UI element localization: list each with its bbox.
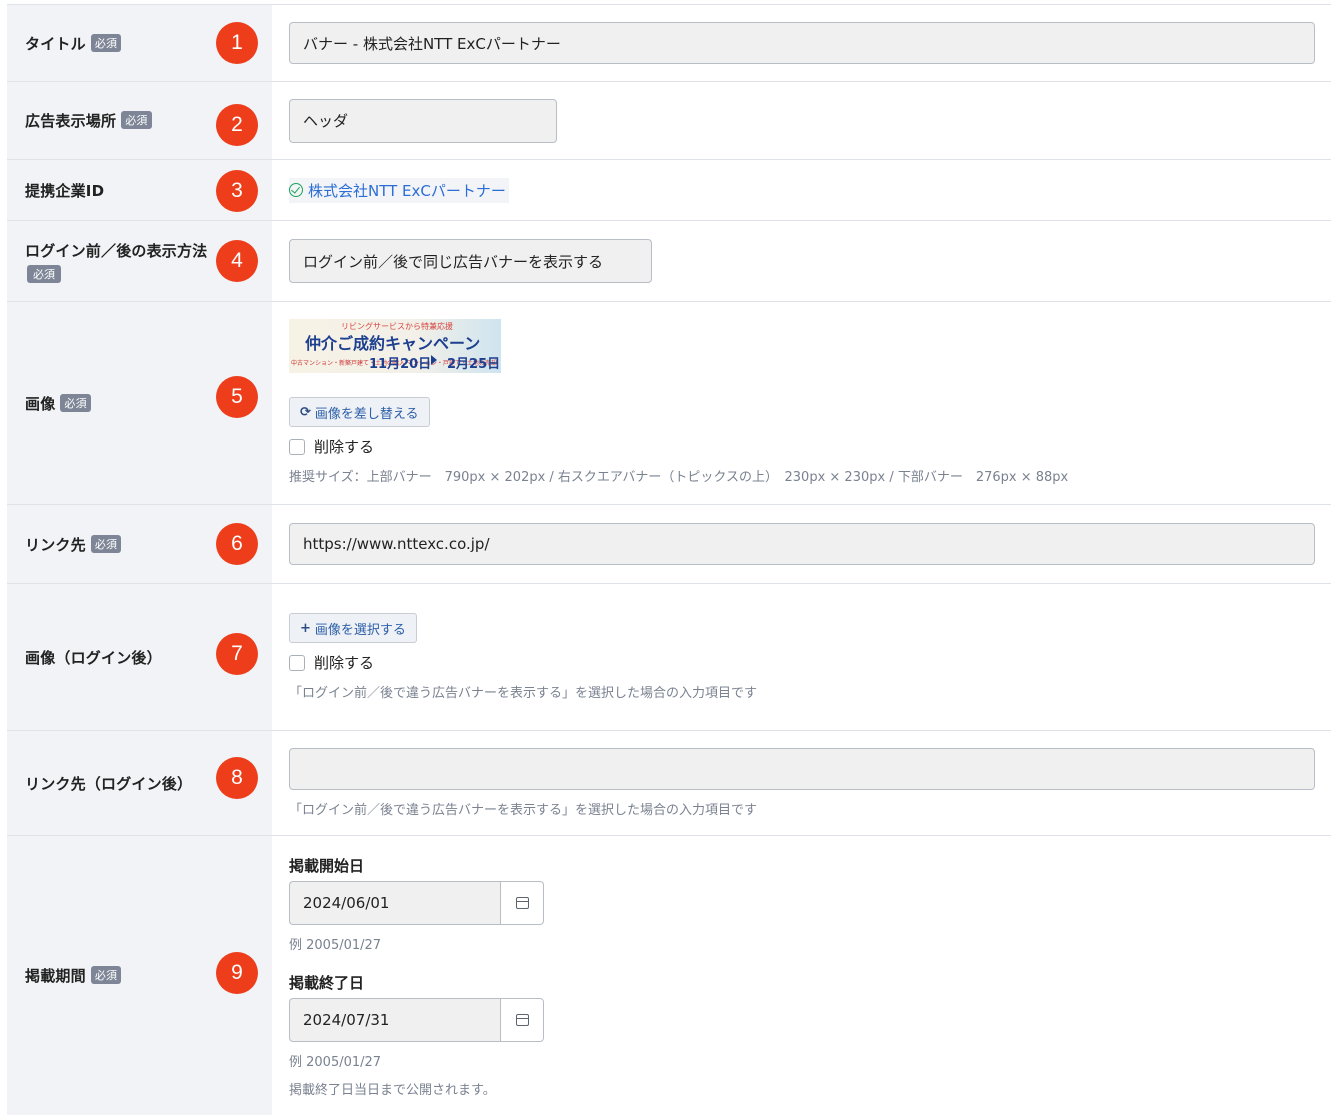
link-after-help: 「ログイン前／後で違う広告バナーを表示する」を選択した場合の入力項目です [289,803,758,818]
placement-select[interactable]: ヘッダ [289,98,557,143]
partner-link[interactable]: 株式会社NTT ExCパートナー [289,177,509,203]
end-date-example: 例 2005/01/27 [289,1055,382,1070]
value-cell-title: バナー - 株式会社NTT ExCパートナー [272,5,1331,81]
delete-image-after-checkbox[interactable]: 削除する [289,652,1315,673]
label-cell-image-after: 画像（ログイン後） 7 [7,584,272,730]
required-badge: 必須 [90,534,122,553]
start-date-input[interactable]: 2024/06/01 [289,881,500,925]
image-label: 画像 必須 [25,393,91,414]
value-cell-link: https://www.nttexc.co.jp/ [272,505,1331,583]
arrow-right-icon [431,355,437,365]
row-title: タイトル 必須 1 バナー - 株式会社NTT ExCパートナー [7,5,1331,82]
label-cell-period: 掲載期間 必須 9 [7,836,272,1115]
link-after-label: リンク先（ログイン後） [25,774,193,793]
title-input[interactable]: バナー - 株式会社NTT ExCパートナー [289,22,1315,64]
required-badge: 必須 [90,966,122,984]
display-method-select[interactable]: ログイン前／後で同じ広告バナーを表示する [289,239,652,283]
display-method-label: ログイン前／後の表示方法 必須 [25,241,208,283]
row-display-method: ログイン前／後の表示方法 必須 4 ログイン前／後で同じ広告バナーを表示する [7,221,1331,302]
value-cell-image-after: + 画像を選択する 削除する 「ログイン前／後で違う広告バナーを表示する」を選択し… [272,584,1331,730]
marker-2: 2 [216,104,258,146]
delete-image-checkbox[interactable]: 削除する [289,436,1315,457]
start-date-group: 2024/06/01 [289,881,544,925]
link-label: リンク先 必須 [25,534,122,555]
row-link: リンク先 必須 6 https://www.nttexc.co.jp/ [7,505,1331,584]
marker-3: 3 [216,170,258,212]
start-date-label: 掲載開始日 [289,857,365,875]
row-image: 画像 必須 5 リビングサービスから特兼応援 仲介ご成約キャンペーン 中古マンショ… [7,302,1331,505]
refresh-icon: ⟳ [300,404,311,420]
required-badge: 必須 [60,393,91,412]
select-image-button[interactable]: + 画像を選択する [289,613,417,643]
label-cell-image: 画像 必須 5 [7,302,272,504]
end-date-picker-button[interactable] [500,998,544,1042]
value-cell-link-after: 「ログイン前／後で違う広告バナーを表示する」を選択した場合の入力項目です [272,731,1331,835]
plus-icon: + [300,620,311,636]
row-partner: 提携企業ID 3 株式会社NTT ExCパートナー [7,160,1331,221]
label-cell-link-after: リンク先（ログイン後） 8 [7,731,272,835]
marker-6: 6 [216,523,258,565]
checkbox[interactable] [289,654,305,671]
label-cell-placement: 広告表示場所 必須 2 [7,82,272,159]
value-cell-partner: 株式会社NTT ExCパートナー [272,160,1331,220]
checkbox[interactable] [289,438,305,455]
required-badge: 必須 [90,33,122,52]
start-date-picker-button[interactable] [500,881,544,925]
value-cell-placement: ヘッダ [272,82,1331,159]
marker-5: 5 [216,376,258,418]
check-circle-icon [289,183,303,197]
row-link-after: リンク先（ログイン後） 8 「ログイン前／後で違う広告バナーを表示する」を選択し… [7,731,1331,836]
required-badge: 必須 [27,264,61,283]
value-cell-period: 掲載開始日 2024/06/01 例 2005/01/27 掲載終了日 2024… [272,836,1331,1115]
row-placement: 広告表示場所 必須 2 ヘッダ [7,82,1331,160]
end-date-label: 掲載終了日 [289,974,365,992]
calendar-icon [515,1014,529,1026]
marker-8: 8 [216,757,258,799]
start-date-example: 例 2005/01/27 [289,938,382,953]
replace-image-button[interactable]: ⟳ 画像を差し替える [289,397,430,427]
value-cell-image: リビングサービスから特兼応援 仲介ご成約キャンペーン 中古マンション・新築戸建て… [272,302,1331,504]
image-size-help: 推奨サイズ：上部バナー 790px × 202px / 右スクエアバナー（トピッ… [289,470,1069,485]
period-label: 掲載期間 必須 [25,965,122,986]
link-input[interactable]: https://www.nttexc.co.jp/ [289,523,1315,565]
marker-1: 1 [216,22,258,64]
partner-label: 提携企業ID [25,181,105,200]
value-cell-display-method: ログイン前／後で同じ広告バナーを表示する [272,221,1331,301]
banner-image: リビングサービスから特兼応援 仲介ご成約キャンペーン 中古マンション・新築戸建て… [289,319,501,373]
placement-label: 広告表示場所 必須 [25,110,152,131]
marker-9: 9 [216,952,258,994]
label-cell-display-method: ログイン前／後の表示方法 必須 4 [7,221,272,301]
row-image-after: 画像（ログイン後） 7 + 画像を選択する 削除する 「ログイン前／後で違う広告バ… [7,584,1331,731]
link-after-input[interactable] [289,748,1315,790]
end-date-input[interactable]: 2024/07/31 [289,998,500,1042]
label-cell-link: リンク先 必須 6 [7,505,272,583]
label-cell-partner: 提携企業ID 3 [7,160,272,220]
required-badge: 必須 [121,111,152,129]
row-period: 掲載期間 必須 9 掲載開始日 2024/06/01 例 2005/01/27 掲… [7,836,1331,1115]
marker-7: 7 [216,633,258,675]
ad-banner-form: タイトル 必須 1 バナー - 株式会社NTT ExCパートナー 広告表示場所 必須… [7,4,1331,1115]
image-after-label: 画像（ログイン後） [25,648,162,667]
marker-4: 4 [216,240,258,282]
calendar-icon [515,897,529,909]
title-label: タイトル 必須 [25,33,122,54]
image-after-help: 「ログイン前／後で違う広告バナーを表示する」を選択した場合の入力項目です [289,686,758,701]
label-cell-title: タイトル 必須 1 [7,5,272,81]
end-date-group: 2024/07/31 [289,998,544,1042]
period-note: 掲載終了日当日まで公開されます。 [289,1083,496,1098]
